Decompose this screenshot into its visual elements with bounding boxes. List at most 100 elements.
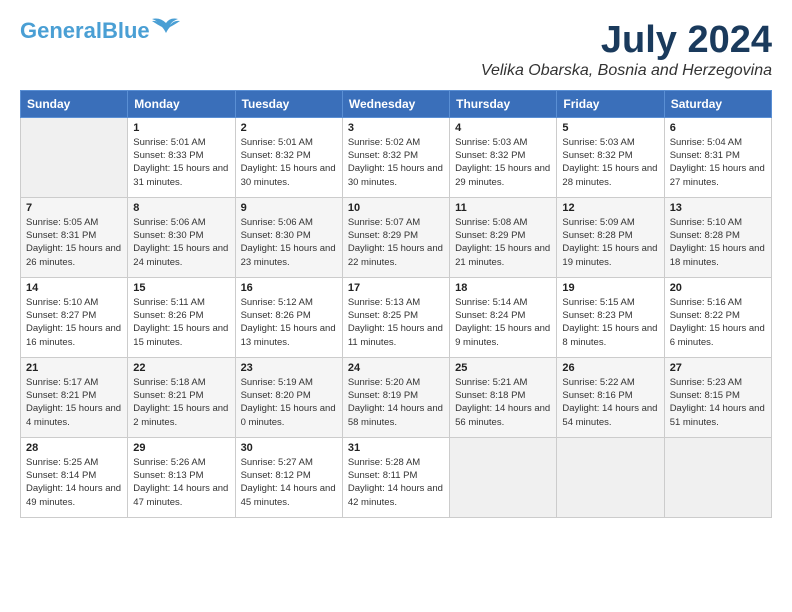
calendar-cell: 11 Sunrise: 5:08 AMSunset: 8:29 PMDayligh… xyxy=(450,197,557,277)
calendar-cell: 27Sunrise: 5:23 AMSunset: 8:15 PMDayligh… xyxy=(664,357,771,437)
day-info: Sunrise: 5:16 AMSunset: 8:22 PMDaylight:… xyxy=(670,296,766,349)
weekday-header-friday: Friday xyxy=(557,90,664,117)
day-number: 6 xyxy=(670,122,766,134)
calendar-cell: 4 Sunrise: 5:03 AMSunset: 8:32 PMDaylight… xyxy=(450,117,557,197)
day-number: 13 xyxy=(670,202,766,214)
calendar-cell: 24 Sunrise: 5:20 AMSunset: 8:19 PMDayligh… xyxy=(342,357,449,437)
weekday-header-wednesday: Wednesday xyxy=(342,90,449,117)
weekday-header-sunday: Sunday xyxy=(21,90,128,117)
logo-text: GeneralBlue xyxy=(20,20,150,42)
day-number: 30 xyxy=(241,442,337,454)
day-number: 26 xyxy=(562,362,658,374)
day-number: 4 xyxy=(455,122,551,134)
day-number: 10 xyxy=(348,202,444,214)
calendar-cell: 26 Sunrise: 5:22 AMSunset: 8:16 PMDayligh… xyxy=(557,357,664,437)
day-info: Sunrise: 5:02 AMSunset: 8:32 PMDaylight:… xyxy=(348,136,444,189)
day-info: Sunrise: 5:21 AMSunset: 8:18 PMDaylight:… xyxy=(455,376,551,429)
day-info: Sunrise: 5:06 AMSunset: 8:30 PMDaylight:… xyxy=(241,216,337,269)
calendar-cell: 16Sunrise: 5:12 AMSunset: 8:26 PMDayligh… xyxy=(235,277,342,357)
calendar-cell xyxy=(21,117,128,197)
calendar-cell: 3Sunrise: 5:02 AMSunset: 8:32 PMDaylight… xyxy=(342,117,449,197)
weekday-header-monday: Monday xyxy=(128,90,235,117)
day-info: Sunrise: 5:15 AMSunset: 8:23 PMDaylight:… xyxy=(562,296,658,349)
day-info: Sunrise: 5:18 AMSunset: 8:21 PMDaylight:… xyxy=(133,376,229,429)
day-info: Sunrise: 5:10 AMSunset: 8:28 PMDaylight:… xyxy=(670,216,766,269)
day-number: 24 xyxy=(348,362,444,374)
calendar-week-row: 7 Sunrise: 5:05 AMSunset: 8:31 PMDaylight… xyxy=(21,197,772,277)
day-info: Sunrise: 5:08 AMSunset: 8:29 PMDaylight:… xyxy=(455,216,551,269)
weekday-header-thursday: Thursday xyxy=(450,90,557,117)
day-info: Sunrise: 5:14 AMSunset: 8:24 PMDaylight:… xyxy=(455,296,551,349)
weekday-header-row: SundayMondayTuesdayWednesdayThursdayFrid… xyxy=(21,90,772,117)
calendar-cell: 12 Sunrise: 5:09 AMSunset: 8:28 PMDayligh… xyxy=(557,197,664,277)
calendar-body: 1Sunrise: 5:01 AMSunset: 8:33 PMDaylight… xyxy=(21,117,772,517)
day-number: 8 xyxy=(133,202,229,214)
day-number: 20 xyxy=(670,282,766,294)
day-number: 1 xyxy=(133,122,229,134)
calendar-cell: 7 Sunrise: 5:05 AMSunset: 8:31 PMDaylight… xyxy=(21,197,128,277)
calendar-cell: 31 Sunrise: 5:28 AMSunset: 8:11 PMDayligh… xyxy=(342,437,449,517)
calendar-week-row: 28Sunrise: 5:25 AMSunset: 8:14 PMDayligh… xyxy=(21,437,772,517)
calendar-cell: 8 Sunrise: 5:06 AMSunset: 8:30 PMDaylight… xyxy=(128,197,235,277)
calendar-cell: 29 Sunrise: 5:26 AMSunset: 8:13 PMDayligh… xyxy=(128,437,235,517)
calendar-cell xyxy=(557,437,664,517)
day-number: 21 xyxy=(26,362,122,374)
day-number: 14 xyxy=(26,282,122,294)
calendar-cell: 17Sunrise: 5:13 AMSunset: 8:25 PMDayligh… xyxy=(342,277,449,357)
day-info: Sunrise: 5:03 AMSunset: 8:32 PMDaylight:… xyxy=(455,136,551,189)
calendar-cell: 10 Sunrise: 5:07 AMSunset: 8:29 PMDayligh… xyxy=(342,197,449,277)
day-number: 11 xyxy=(455,202,551,214)
calendar-cell: 28Sunrise: 5:25 AMSunset: 8:14 PMDayligh… xyxy=(21,437,128,517)
day-number: 12 xyxy=(562,202,658,214)
calendar-cell: 9Sunrise: 5:06 AMSunset: 8:30 PMDaylight… xyxy=(235,197,342,277)
day-info: Sunrise: 5:06 AMSunset: 8:30 PMDaylight:… xyxy=(133,216,229,269)
calendar-week-row: 21 Sunrise: 5:17 AMSunset: 8:21 PMDayligh… xyxy=(21,357,772,437)
calendar-cell: 2Sunrise: 5:01 AMSunset: 8:32 PMDaylight… xyxy=(235,117,342,197)
day-number: 18 xyxy=(455,282,551,294)
page-header: GeneralBlue July 2024 Velika Obarska, Bo… xyxy=(20,20,772,80)
calendar-cell: 14 Sunrise: 5:10 AMSunset: 8:27 PMDayligh… xyxy=(21,277,128,357)
day-info: Sunrise: 5:27 AMSunset: 8:12 PMDaylight:… xyxy=(241,456,337,509)
day-number: 25 xyxy=(455,362,551,374)
weekday-header-saturday: Saturday xyxy=(664,90,771,117)
calendar-table: SundayMondayTuesdayWednesdayThursdayFrid… xyxy=(20,90,772,518)
calendar-cell: 1Sunrise: 5:01 AMSunset: 8:33 PMDaylight… xyxy=(128,117,235,197)
day-info: Sunrise: 5:26 AMSunset: 8:13 PMDaylight:… xyxy=(133,456,229,509)
calendar-cell xyxy=(664,437,771,517)
day-info: Sunrise: 5:20 AMSunset: 8:19 PMDaylight:… xyxy=(348,376,444,429)
day-info: Sunrise: 5:11 AMSunset: 8:26 PMDaylight:… xyxy=(133,296,229,349)
day-info: Sunrise: 5:05 AMSunset: 8:31 PMDaylight:… xyxy=(26,216,122,269)
calendar-cell: 6 Sunrise: 5:04 AMSunset: 8:31 PMDaylight… xyxy=(664,117,771,197)
day-info: Sunrise: 5:17 AMSunset: 8:21 PMDaylight:… xyxy=(26,376,122,429)
day-number: 16 xyxy=(241,282,337,294)
day-info: Sunrise: 5:10 AMSunset: 8:27 PMDaylight:… xyxy=(26,296,122,349)
calendar-cell: 25 Sunrise: 5:21 AMSunset: 8:18 PMDayligh… xyxy=(450,357,557,437)
day-info: Sunrise: 5:09 AMSunset: 8:28 PMDaylight:… xyxy=(562,216,658,269)
day-number: 29 xyxy=(133,442,229,454)
day-info: Sunrise: 5:04 AMSunset: 8:31 PMDaylight:… xyxy=(670,136,766,189)
day-info: Sunrise: 5:01 AMSunset: 8:32 PMDaylight:… xyxy=(241,136,337,189)
calendar-week-row: 14 Sunrise: 5:10 AMSunset: 8:27 PMDayligh… xyxy=(21,277,772,357)
calendar-cell: 23Sunrise: 5:19 AMSunset: 8:20 PMDayligh… xyxy=(235,357,342,437)
day-info: Sunrise: 5:28 AMSunset: 8:11 PMDaylight:… xyxy=(348,456,444,509)
calendar-cell: 18 Sunrise: 5:14 AMSunset: 8:24 PMDayligh… xyxy=(450,277,557,357)
title-block: July 2024 Velika Obarska, Bosnia and Her… xyxy=(481,20,772,80)
day-number: 17 xyxy=(348,282,444,294)
day-number: 15 xyxy=(133,282,229,294)
calendar-cell: 30 Sunrise: 5:27 AMSunset: 8:12 PMDayligh… xyxy=(235,437,342,517)
day-number: 19 xyxy=(562,282,658,294)
day-info: Sunrise: 5:07 AMSunset: 8:29 PMDaylight:… xyxy=(348,216,444,269)
day-number: 7 xyxy=(26,202,122,214)
logo: GeneralBlue xyxy=(20,20,180,42)
calendar-header: SundayMondayTuesdayWednesdayThursdayFrid… xyxy=(21,90,772,117)
day-info: Sunrise: 5:22 AMSunset: 8:16 PMDaylight:… xyxy=(562,376,658,429)
day-info: Sunrise: 5:23 AMSunset: 8:15 PMDaylight:… xyxy=(670,376,766,429)
calendar-week-row: 1Sunrise: 5:01 AMSunset: 8:33 PMDaylight… xyxy=(21,117,772,197)
calendar-cell: 19 Sunrise: 5:15 AMSunset: 8:23 PMDayligh… xyxy=(557,277,664,357)
calendar-cell: 15 Sunrise: 5:11 AMSunset: 8:26 PMDayligh… xyxy=(128,277,235,357)
calendar-cell: 21 Sunrise: 5:17 AMSunset: 8:21 PMDayligh… xyxy=(21,357,128,437)
day-info: Sunrise: 5:19 AMSunset: 8:20 PMDaylight:… xyxy=(241,376,337,429)
day-number: 31 xyxy=(348,442,444,454)
calendar-cell: 5Sunrise: 5:03 AMSunset: 8:32 PMDaylight… xyxy=(557,117,664,197)
day-number: 22 xyxy=(133,362,229,374)
